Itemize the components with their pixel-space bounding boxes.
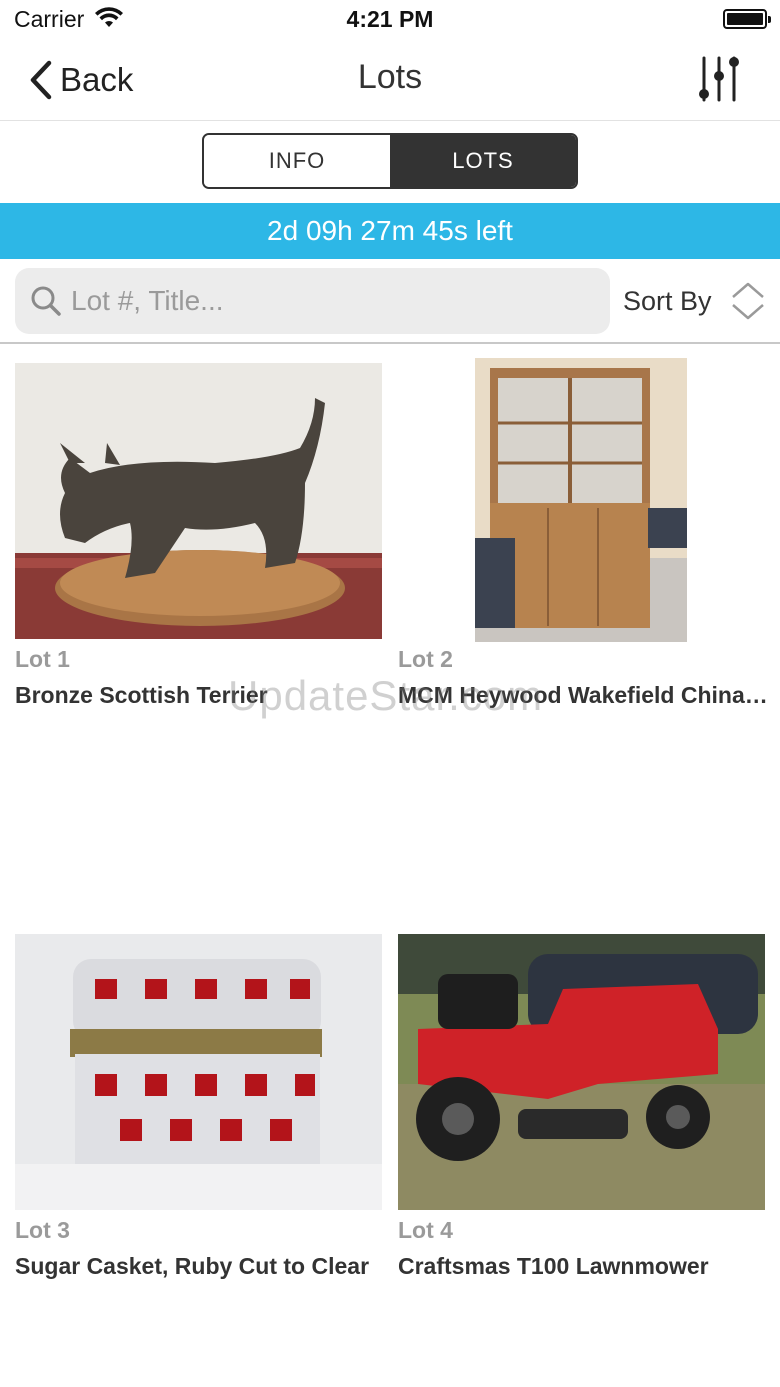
lot-2-number: Lot 2 <box>398 646 453 672</box>
lot-1-image[interactable] <box>15 363 382 639</box>
sort-by-button[interactable]: Sort By <box>623 268 773 334</box>
filter-sliders-icon[interactable] <box>694 54 744 104</box>
countdown-banner: 2d 09h 27m 45s left <box>0 203 780 259</box>
tab-info[interactable]: INFO <box>204 135 390 187</box>
lot-card-4[interactable]: Lot 4 Craftsmas T100 Lawnmower <box>398 934 768 1294</box>
view-segmented-control: INFO LOTS <box>202 133 578 189</box>
lot-1-title: Bronze Scottish Terrier <box>15 682 268 708</box>
search-icon <box>31 286 61 316</box>
status-bar: Carrier 4:21 PM <box>0 0 780 40</box>
lot-2-image[interactable] <box>398 358 765 642</box>
lot-card-1[interactable]: Lot 1 Bronze Scottish Terrier <box>15 358 385 718</box>
sort-by-label: Sort By <box>623 285 712 316</box>
lot-4-image[interactable] <box>398 934 765 1210</box>
page-title: Lots <box>357 58 423 96</box>
sort-arrows-icon <box>731 282 764 320</box>
lot-4-title: Craftsmas T100 Lawnmower <box>398 1253 709 1279</box>
lot-3-image[interactable] <box>15 934 382 1210</box>
search-box[interactable] <box>15 268 610 334</box>
navigation-bar: Back Lots <box>0 40 780 121</box>
lot-1-number: Lot 1 <box>15 646 70 672</box>
lot-card-2[interactable]: Lot 2 MCM Heywood Wakefield China Cabine… <box>398 358 768 718</box>
lot-2-title: MCM Heywood Wakefield China Cabinet <box>398 682 768 708</box>
tab-lots[interactable]: LOTS <box>390 135 576 187</box>
lot-card-3[interactable]: Lot 3 Sugar Casket, Ruby Cut to Clear <box>15 934 385 1294</box>
lot-3-number: Lot 3 <box>15 1217 70 1243</box>
lot-3-title: Sugar Casket, Ruby Cut to Clear <box>15 1253 370 1279</box>
divider <box>0 342 780 344</box>
battery-icon <box>723 9 771 29</box>
clock: 4:21 PM <box>346 6 434 32</box>
lot-4-number: Lot 4 <box>398 1217 453 1243</box>
search-input[interactable] <box>71 285 591 317</box>
